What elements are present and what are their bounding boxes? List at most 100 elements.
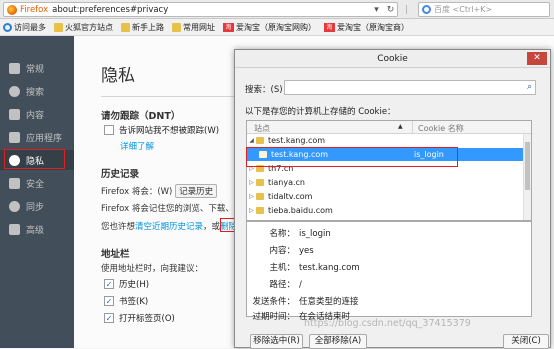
taobao-icon: 淘 [223,22,234,32]
tree-row[interactable]: ◢ test.kang.com [247,134,525,147]
checkbox-empty-icon[interactable] [104,125,114,135]
history-mode-row: Firefox 将会：(W) 记录历史 [101,184,218,198]
suggest-tabs-checkbox[interactable]: ✓ 打开标签页(O) [104,312,175,324]
navigation-toolbar: Firefox about:preferences#privacy ▾ ↻ | … [0,0,554,19]
folder-icon [121,22,130,32]
sidebar-item-general[interactable]: 常规 [0,58,74,78]
remove-all-button[interactable]: 全部移除(A) [309,334,367,349]
suggest-history-checkbox[interactable]: ✓ 历史(H) [104,278,149,290]
history-mode-label: Firefox 将会：(W) [101,187,173,197]
detail-content: 内容： yes [269,246,314,256]
clear-recent-history-link[interactable]: 清空近期历史记录 [135,222,203,232]
bookmark-common-sites[interactable]: 常用网址 [172,22,215,33]
dialog-titlebar: Cookie ✕ [235,50,550,68]
security-icon [9,177,20,189]
content-icon [9,108,20,120]
url-text[interactable]: about:preferences#privacy [52,5,168,15]
dnt-heading: 请勿跟踪（DNT） [101,111,181,122]
taobao-icon: 淘 [324,22,335,32]
close-button[interactable]: 关闭(C) [503,334,549,349]
page-title: 隐私 [101,66,135,86]
bookmark-getting-started[interactable]: 新手上路 [121,22,164,33]
reload-icon[interactable]: ↻ [384,2,397,17]
dropdown-arrow-icon[interactable]: ▾ [370,2,383,17]
baidu-logo-icon [422,5,431,14]
addressbar-heading: 地址栏 [101,249,130,260]
gear-icon [3,22,12,32]
search-icon [9,85,20,97]
sidebar-item-applications[interactable]: 应用程序 [0,127,74,147]
bookmark-taobao-2[interactable]: 淘爱淘宝（原淘宝商） [324,22,409,33]
folder-icon [256,179,264,186]
search-icon[interactable]: ⌕ [527,82,532,92]
suggest-bookmarks-checkbox[interactable]: ✓ 书签(K) [104,295,148,307]
learn-more-link[interactable]: 详细了解 [120,140,154,152]
sidebar-item-security[interactable]: 安全 [0,173,74,193]
selected-cookie-highlight-box [246,147,458,167]
tree-row[interactable]: ▷ tianya.cn [247,176,525,189]
column-separator [412,121,413,134]
sidebar-item-search[interactable]: 搜索 [0,81,74,101]
detail-host: 主机： test.kang.com [269,263,360,273]
addressbar-description: 使用地址栏时，向我建议： [101,264,204,274]
folder-icon [172,22,181,32]
remove-selected-button[interactable]: 移除选中(R) [250,334,303,349]
history-description: Firefox 将会记住您的浏览、下载、 [101,204,234,214]
applications-icon [9,131,20,143]
cookie-search-label: 搜索：(S) [245,85,283,95]
column-cookie-name[interactable]: Cookie 名称 [418,123,464,134]
column-site[interactable]: 站点 [254,123,270,134]
cookie-tree-header: 站点 ▲ Cookie 名称 [247,121,531,134]
sort-ascending-icon: ▲ [398,123,403,130]
folder-icon [256,207,264,214]
search-bar[interactable]: 百度 <Ctrl+K> [418,2,550,17]
bookmark-taobao-1[interactable]: 淘爱淘宝（原淘宝网购） [223,22,316,33]
folder-icon [256,193,264,200]
advanced-icon [9,223,20,235]
checkmark-icon[interactable]: ✓ [104,313,114,323]
expand-arrow-icon[interactable]: ▷ [247,179,256,186]
url-bar[interactable]: Firefox about:preferences#privacy [3,2,398,17]
cookie-details: 名称： is_login 内容： yes 主机： test.kang.com 路径： /… [246,221,532,322]
folder-icon [54,22,63,32]
checkmark-icon[interactable]: ✓ [104,279,114,289]
folder-icon [256,137,264,144]
bookmark-most-visited[interactable]: 访问最多 [3,22,46,33]
tree-row[interactable]: ▷ tidaltv.com [247,190,525,203]
scrollbar-thumb[interactable] [525,142,530,190]
detail-path: 路径： / [269,280,302,290]
sync-icon [9,200,20,212]
dnt-checkbox[interactable]: 告诉网站我不想被跟踪(W) [104,124,219,136]
history-mode-select[interactable]: 记录历史 [175,184,218,198]
preferences-sidebar: 常规 搜索 内容 应用程序 隐私 安全 同步 高级 [0,36,74,348]
collapse-arrow-icon[interactable]: ◢ [247,137,256,144]
checkmark-icon[interactable]: ✓ [104,296,114,306]
cookie-list-caption: 以下是存您的计算机上存储的 Cookie： [245,107,396,117]
firefox-logo-icon [7,4,17,15]
expand-arrow-icon[interactable]: ▷ [247,207,256,214]
sidebar-item-content[interactable]: 内容 [0,104,74,124]
dialog-title: Cookie [377,54,408,64]
search-placeholder: 百度 <Ctrl+K> [434,5,493,14]
close-icon[interactable]: ✕ [527,52,547,65]
detail-send-for: 发送条件： 任意类型的连接 [252,297,359,307]
separator-icon: | [404,4,409,15]
sidebar-item-sync[interactable]: 同步 [0,196,74,216]
watermark: https://blog.csdn.net/qq_37415379 [304,318,471,329]
bookmarks-toolbar: 访问最多 火狐官方站点 新手上路 常用网址 淘爱淘宝（原淘宝网购） 淘爱淘宝（原… [0,19,554,36]
expand-arrow-icon[interactable]: ▷ [247,193,256,200]
detail-name: 名称： is_login [269,229,331,239]
privacy-highlight-box [4,149,65,169]
title-divider [101,96,239,97]
sidebar-item-advanced[interactable]: 高级 [0,219,74,239]
history-heading: 历史记录 [101,169,140,180]
cookie-tree[interactable]: 站点 ▲ Cookie 名称 ◢ test.kang.com test.kang… [246,120,532,221]
cookie-dialog: Cookie ✕ 搜索：(S) ⌕ 以下是存您的计算机上存储的 Cookie： … [234,49,551,349]
history-clear-row: 您也许想清空近期历史记录，或删除 [101,222,238,232]
general-icon [9,62,20,74]
bookmark-firefox-sites[interactable]: 火狐官方站点 [54,22,113,33]
tree-scrollbar[interactable] [523,134,531,220]
cookie-search-input[interactable]: ⌕ [284,80,536,95]
identity-label[interactable]: Firefox [20,5,48,15]
tree-row[interactable]: ▷ tieba.baidu.com [247,204,525,217]
